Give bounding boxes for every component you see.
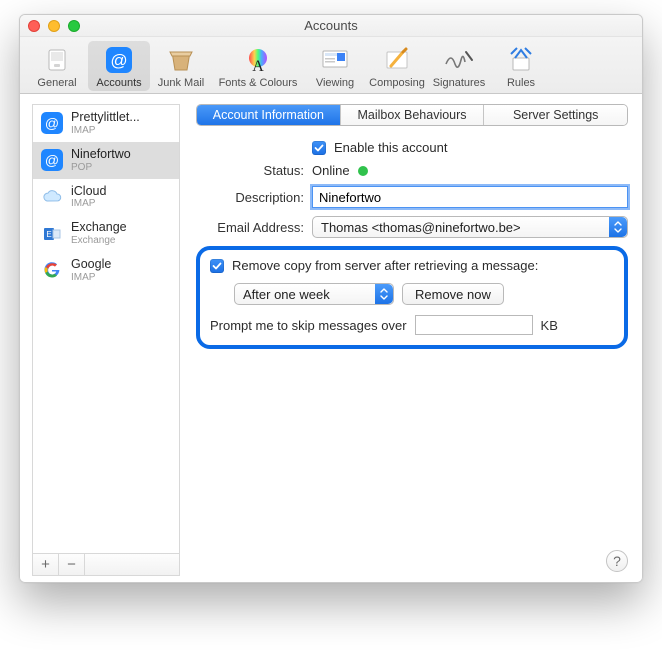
toolbar-item-label: Rules xyxy=(507,77,535,89)
remove-after-value: After one week xyxy=(243,287,330,302)
toolbar-item-junkmail[interactable]: Junk Mail xyxy=(150,41,212,91)
enable-account-label: Enable this account xyxy=(334,140,447,155)
remove-after-select[interactable]: After one week xyxy=(234,283,394,305)
rules-icon xyxy=(504,45,538,75)
account-details-pane: Account Information Mailbox Behaviours S… xyxy=(190,94,642,582)
status-indicator-icon xyxy=(358,166,368,176)
account-name: Google xyxy=(71,258,111,272)
skip-size-input[interactable] xyxy=(415,315,533,335)
toolbar-item-label: Junk Mail xyxy=(158,77,204,89)
composing-icon xyxy=(380,45,414,75)
account-row-exchange[interactable]: E Exchange Exchange xyxy=(33,215,179,252)
toolbar-item-signatures[interactable]: Signatures xyxy=(428,41,490,91)
toolbar-item-label: General xyxy=(37,77,76,89)
remove-account-button[interactable]: − xyxy=(59,554,85,575)
help-button[interactable]: ? xyxy=(606,550,628,572)
footer-spacer xyxy=(85,554,179,575)
toolbar-item-viewing[interactable]: Viewing xyxy=(304,41,366,91)
account-row-ninefortwo[interactable]: @ Ninefortwo POP xyxy=(33,142,179,179)
account-name: Exchange xyxy=(71,221,127,235)
account-row-google[interactable]: Google IMAP xyxy=(33,252,179,289)
exchange-icon: E xyxy=(41,223,63,245)
toolbar-item-label: Composing xyxy=(369,77,425,89)
toolbar-item-accounts[interactable]: @ Accounts xyxy=(88,41,150,91)
accounts-list: @ Prettylittlet... IMAP @ Ninefortwo POP xyxy=(32,104,180,554)
icloud-icon xyxy=(41,186,63,208)
preferences-window: Accounts General @ Accounts Junk Mail xyxy=(19,14,643,583)
toolbar-item-fonts[interactable]: A Fonts & Colours xyxy=(212,41,304,91)
account-type: POP xyxy=(71,162,131,173)
tab-server-settings[interactable]: Server Settings xyxy=(484,105,627,125)
svg-text:E: E xyxy=(46,230,51,239)
toolbar-item-composing[interactable]: Composing xyxy=(366,41,428,91)
accounts-list-footer: + − xyxy=(32,554,180,576)
account-type: IMAP xyxy=(71,125,140,136)
account-type: IMAP xyxy=(71,198,106,209)
svg-text:@: @ xyxy=(110,51,127,70)
account-name: Ninefortwo xyxy=(71,148,131,162)
toolbar-item-label: Accounts xyxy=(96,77,141,89)
skip-unit-label: KB xyxy=(541,318,558,333)
description-input[interactable] xyxy=(312,186,628,208)
status-value: Online xyxy=(312,163,350,178)
window-title: Accounts xyxy=(20,18,642,33)
toolbar-item-general[interactable]: General xyxy=(26,41,88,91)
description-label: Description: xyxy=(196,190,312,205)
at-icon: @ xyxy=(41,112,63,134)
enable-account-checkbox[interactable] xyxy=(312,141,326,155)
account-type: Exchange xyxy=(71,235,127,246)
preferences-toolbar: General @ Accounts Junk Mail A Fonts & C xyxy=(20,37,642,94)
account-name: iCloud xyxy=(71,185,106,199)
pop-settings-highlight: Remove copy from server after retrieving… xyxy=(196,246,628,349)
titlebar: Accounts xyxy=(20,15,642,37)
toolbar-item-label: Signatures xyxy=(433,77,486,89)
signatures-icon xyxy=(442,45,476,75)
toolbar-item-label: Viewing xyxy=(316,77,354,89)
junkmail-icon xyxy=(164,45,198,75)
email-address-select[interactable]: Thomas <thomas@ninefortwo.be> xyxy=(312,216,628,238)
window-body: @ Prettylittlet... IMAP @ Ninefortwo POP xyxy=(20,94,642,582)
email-label: Email Address: xyxy=(196,220,312,235)
general-icon xyxy=(40,45,74,75)
remove-copy-label: Remove copy from server after retrieving… xyxy=(232,258,538,273)
details-tabbar: Account Information Mailbox Behaviours S… xyxy=(196,104,628,126)
account-row-prettylittle[interactable]: @ Prettylittlet... IMAP xyxy=(33,105,179,142)
account-name: Prettylittlet... xyxy=(71,111,140,125)
updown-arrows-icon xyxy=(609,217,627,237)
toolbar-item-rules[interactable]: Rules xyxy=(490,41,552,91)
at-icon: @ xyxy=(41,149,63,171)
fonts-icon: A xyxy=(241,45,275,75)
svg-text:A: A xyxy=(252,58,264,74)
status-label: Status: xyxy=(196,163,312,178)
email-address-value: Thomas <thomas@ninefortwo.be> xyxy=(321,220,521,235)
tab-account-information[interactable]: Account Information xyxy=(197,105,341,125)
account-type: IMAP xyxy=(71,272,111,283)
account-row-icloud[interactable]: iCloud IMAP xyxy=(33,179,179,216)
remove-now-button[interactable]: Remove now xyxy=(402,283,504,305)
skip-messages-label: Prompt me to skip messages over xyxy=(210,318,407,333)
google-icon xyxy=(41,259,63,281)
accounts-sidebar: @ Prettylittlet... IMAP @ Ninefortwo POP xyxy=(20,94,190,582)
tab-mailbox-behaviours[interactable]: Mailbox Behaviours xyxy=(341,105,485,125)
viewing-icon xyxy=(318,45,352,75)
accounts-icon: @ xyxy=(102,45,136,75)
add-account-button[interactable]: + xyxy=(33,554,59,575)
remove-copy-checkbox[interactable] xyxy=(210,259,224,273)
updown-arrows-icon xyxy=(375,284,393,304)
toolbar-item-label: Fonts & Colours xyxy=(219,77,298,89)
